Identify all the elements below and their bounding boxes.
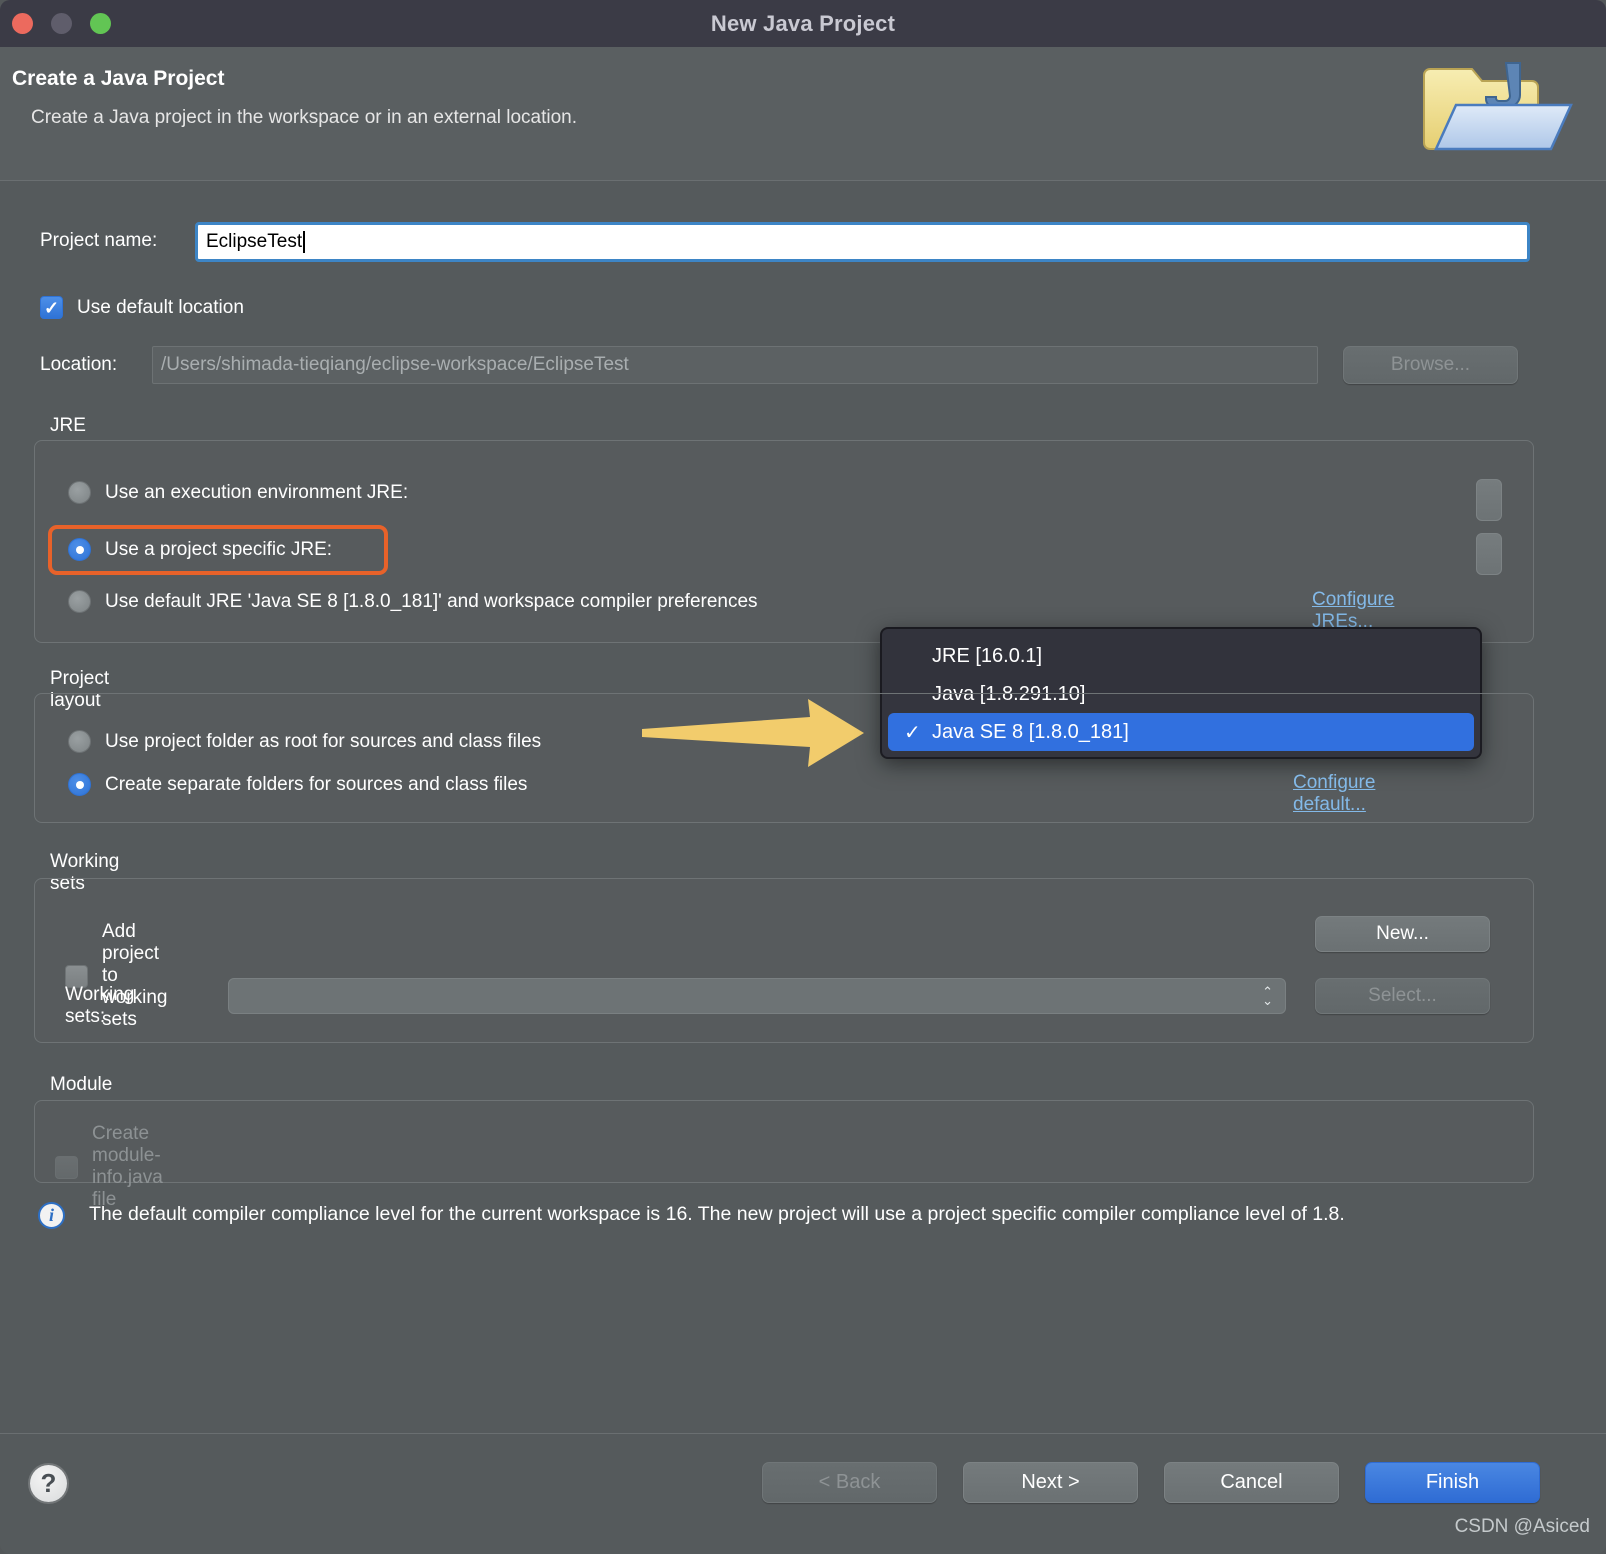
- create-module-info-checkbox[interactable]: [55, 1156, 78, 1179]
- jre-option-label: Use an execution environment JRE:: [105, 482, 408, 504]
- browse-button[interactable]: Browse...: [1343, 346, 1518, 384]
- finish-button[interactable]: Finish: [1365, 1462, 1540, 1503]
- project-name-input[interactable]: EclipseTest: [195, 222, 1530, 262]
- module-group-box: [34, 1100, 1534, 1183]
- zoom-button[interactable]: [90, 13, 111, 34]
- execution-environment-combo[interactable]: [1476, 479, 1502, 521]
- jre-group-title: JRE: [50, 415, 86, 437]
- create-module-info-label: Create module-info.java file: [92, 1123, 163, 1211]
- layout-option-project-folder-root[interactable]: Use project folder as root for sources a…: [68, 730, 541, 753]
- back-button[interactable]: < Back: [762, 1462, 937, 1503]
- text-caret: [303, 231, 305, 253]
- jre-option-default-jre[interactable]: Use default JRE 'Java SE 8 [1.8.0_181]' …: [68, 590, 758, 613]
- location-value: /Users/shimada-tieqiang/eclipse-workspac…: [161, 354, 629, 376]
- radio-project-folder-root[interactable]: [68, 730, 91, 753]
- location-label: Location:: [40, 354, 117, 376]
- dropdown-item-label: JRE [16.0.1]: [932, 645, 1042, 668]
- new-working-set-button[interactable]: New...: [1315, 916, 1490, 952]
- window-title: New Java Project: [0, 11, 1606, 37]
- next-button[interactable]: Next >: [963, 1462, 1138, 1503]
- close-button[interactable]: [12, 13, 33, 34]
- info-icon: i: [38, 1202, 65, 1229]
- project-name-label: Project name:: [40, 230, 157, 252]
- layout-option-label: Use project folder as root for sources a…: [105, 731, 541, 753]
- watermark: CSDN @Asiced: [1455, 1516, 1590, 1538]
- dialog-header: Create a Java Project Create a Java proj…: [0, 47, 1606, 181]
- radio-default-jre[interactable]: [68, 590, 91, 613]
- help-button[interactable]: ?: [30, 1465, 67, 1502]
- project-name-value: EclipseTest: [206, 231, 302, 253]
- create-module-info-row[interactable]: Create module-info.java file: [55, 1123, 163, 1211]
- window-titlebar: New Java Project: [0, 0, 1606, 47]
- location-input: /Users/shimada-tieqiang/eclipse-workspac…: [152, 346, 1318, 384]
- new-java-project-dialog: New Java Project Create a Java Project C…: [0, 0, 1606, 1554]
- working-sets-combo-label: Working sets:: [65, 984, 134, 1028]
- minimize-button[interactable]: [51, 13, 72, 34]
- radio-execution-environment[interactable]: [68, 481, 91, 504]
- select-working-set-button[interactable]: Select...: [1315, 978, 1490, 1014]
- page-title: Create a Java Project: [12, 67, 224, 91]
- working-sets-combo[interactable]: ⌃⌄: [228, 978, 1286, 1014]
- cancel-button[interactable]: Cancel: [1164, 1462, 1339, 1503]
- module-group-title: Module: [50, 1074, 112, 1096]
- radio-separate-folders[interactable]: [68, 773, 91, 796]
- dropdown-item-jre-16[interactable]: JRE [16.0.1]: [888, 637, 1474, 675]
- jre-option-label: Use default JRE 'Java SE 8 [1.8.0_181]' …: [105, 591, 758, 613]
- dialog-footer: ? < Back Next > Cancel Finish CSDN @Asic…: [0, 1433, 1606, 1554]
- configure-default-link[interactable]: Configure default...: [1293, 772, 1375, 816]
- project-specific-jre-combo[interactable]: [1476, 533, 1502, 575]
- window-controls: [12, 13, 111, 34]
- footer-button-bar: < Back Next > Cancel Finish: [762, 1462, 1540, 1503]
- orange-highlight-box: [48, 525, 388, 575]
- location-row: Location: /Users/shimada-tieqiang/eclips…: [0, 346, 1606, 386]
- project-name-row: Project name: EclipseTest: [0, 222, 1606, 262]
- jre-option-execution-environment[interactable]: Use an execution environment JRE:: [68, 481, 408, 504]
- page-subtitle: Create a Java project in the workspace o…: [31, 107, 577, 129]
- use-default-location-row[interactable]: Use default location: [40, 296, 244, 319]
- dialog-body: Project name: EclipseTest Use default lo…: [0, 181, 1606, 1433]
- layout-option-separate-folders[interactable]: Create separate folders for sources and …: [68, 773, 527, 796]
- working-sets-group-box: [34, 878, 1534, 1043]
- use-default-location-label: Use default location: [77, 297, 244, 319]
- info-message: i The default compiler compliance level …: [38, 1199, 1558, 1229]
- chevron-updown-icon: ⌃⌄: [1262, 987, 1273, 1005]
- layout-option-label: Create separate folders for sources and …: [105, 774, 527, 796]
- java-folder-icon: [1408, 57, 1598, 177]
- use-default-location-checkbox[interactable]: [40, 296, 63, 319]
- info-message-text: The default compiler compliance level fo…: [89, 1199, 1345, 1229]
